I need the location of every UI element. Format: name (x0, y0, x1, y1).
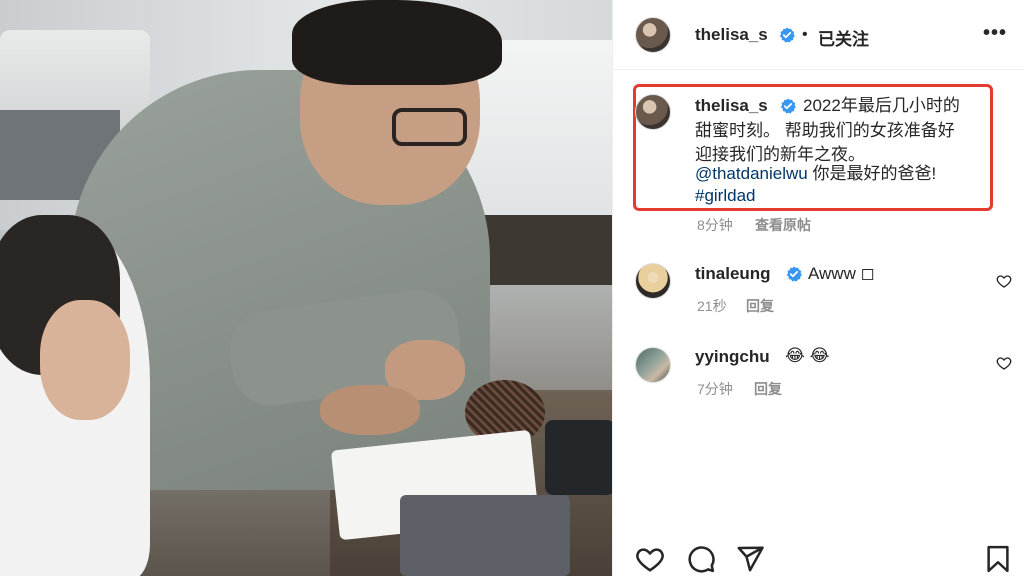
verified-badge-icon (779, 27, 795, 43)
comment-like-heart-icon[interactable] (996, 355, 1012, 371)
header-separator: • (802, 26, 808, 43)
comment-timestamp: 21秒 (697, 298, 727, 314)
bookmark-icon[interactable] (983, 544, 1013, 574)
comment-reply-button[interactable]: 回复 (754, 379, 782, 399)
hashtag-link[interactable]: #girldad (695, 185, 756, 207)
photo-charger (545, 420, 612, 495)
comment-like-heart-icon[interactable] (996, 273, 1012, 289)
photo-keyboard (400, 495, 570, 576)
post-photo: LG (0, 0, 612, 576)
photo-glasses (392, 108, 467, 146)
heart-icon[interactable] (635, 544, 665, 574)
comment-reply-button[interactable]: 回复 (746, 296, 774, 316)
comment-icon[interactable] (686, 544, 716, 574)
caption-timestamp: 8分钟 (697, 217, 733, 233)
caption-text-line-4-rest: 你是最好的爸爸! (807, 164, 937, 183)
post-action-bar (613, 536, 1024, 576)
comment-timestamp: 7分钟 (697, 381, 733, 397)
photo-hand-lower (320, 385, 420, 435)
photo-man-hair (292, 0, 502, 85)
paper-plane-icon[interactable] (735, 544, 765, 574)
author-username[interactable]: thelisa_s (695, 25, 768, 45)
caption-author-avatar[interactable] (635, 94, 671, 130)
caption-text-line-1: 2022年最后几小时的 (803, 96, 960, 115)
post-header: thelisa_s • 已关注 ••• (613, 0, 1024, 70)
caption-text-line-4: @thatdanielwu 你是最好的爸爸! (695, 163, 936, 185)
comment-avatar[interactable] (635, 347, 671, 383)
comment-text: 😂 😂 (785, 346, 830, 365)
comment-username[interactable]: yyingchu (695, 347, 770, 367)
verified-badge-icon (780, 98, 796, 114)
caption-author-username[interactable]: thelisa_s (695, 96, 768, 116)
author-avatar[interactable] (635, 17, 671, 53)
post-side-panel: thelisa_s • 已关注 ••• thelisa_s 2022年最后几小时… (612, 0, 1024, 576)
comment-avatar[interactable] (635, 263, 671, 299)
more-options-icon[interactable]: ••• (983, 22, 1007, 45)
view-original-link[interactable]: 查看原帖 (755, 215, 811, 235)
comment-username[interactable]: tinaleung (695, 264, 771, 284)
comment-text: Awww ◻ (808, 264, 875, 283)
follow-button[interactable]: 已关注 (818, 25, 869, 50)
mention-link[interactable]: @thatdanielwu (695, 164, 808, 183)
caption-text-line-2: 甜蜜时刻。 帮助我们的女孩准备好 (695, 121, 955, 140)
photo-girl-face (40, 300, 130, 420)
verified-badge-icon (786, 266, 802, 282)
